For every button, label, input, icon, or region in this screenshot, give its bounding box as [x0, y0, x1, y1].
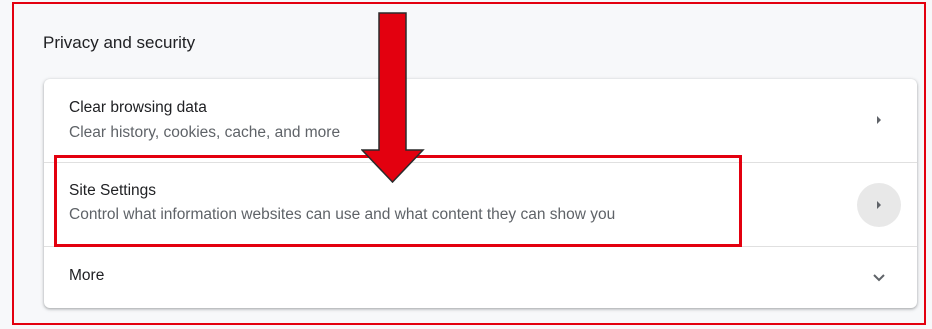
settings-page: Privacy and security Clear browsing data…: [0, 0, 932, 329]
row-title: Site Settings: [69, 182, 157, 199]
row-title: More: [69, 267, 105, 284]
privacy-settings-card: Clear browsing data Clear history, cooki…: [44, 79, 917, 308]
row-title: Clear browsing data: [69, 99, 207, 116]
chevron-right-icon[interactable]: [857, 183, 901, 227]
row-subtitle: Clear history, cookies, cache, and more: [69, 124, 341, 141]
chevron-down-icon[interactable]: [857, 256, 901, 300]
site-settings-row[interactable]: Site Settings Control what information w…: [44, 162, 917, 246]
chevron-right-icon[interactable]: [857, 98, 901, 142]
clear-browsing-data-row[interactable]: Clear browsing data Clear history, cooki…: [44, 79, 917, 162]
row-subtitle: Control what information websites can us…: [69, 206, 616, 223]
more-row[interactable]: More: [44, 246, 917, 308]
section-title: Privacy and security: [43, 33, 196, 52]
